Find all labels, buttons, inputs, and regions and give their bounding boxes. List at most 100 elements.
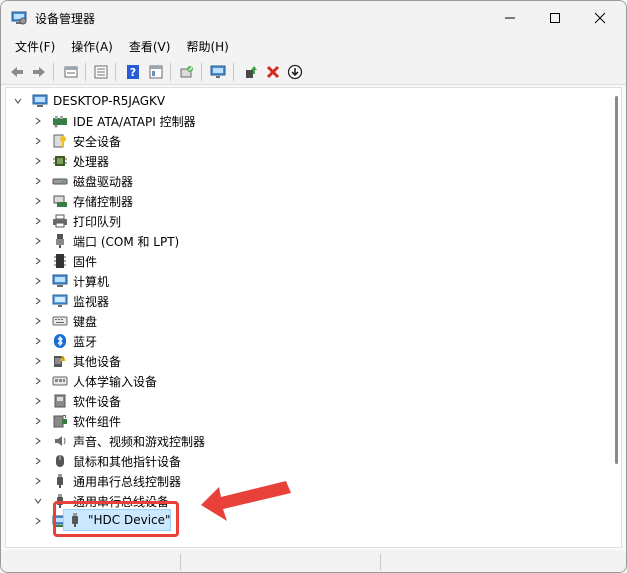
tree-root[interactable]: DESKTOP-R5JAGKV [12,91,165,111]
update-driver-icon [246,66,257,78]
forward-icon [33,67,45,77]
annotation-box [53,501,179,537]
tree-item[interactable]: 软件组件 [32,411,121,431]
status-segment [1,554,181,570]
details-view-icon [149,65,163,79]
port-icon [52,233,68,249]
chevron-right-icon[interactable] [32,195,44,207]
keyboard-icon [52,313,68,329]
firmware-icon [52,253,68,269]
list-view-icon [94,65,108,79]
chevron-right-icon[interactable] [32,295,44,307]
vertical-scrollbar[interactable] [615,96,618,464]
tree-item-label: 蓝牙 [73,334,98,349]
minimize-icon [505,17,515,19]
sound-icon [52,433,68,449]
chevron-right-icon[interactable] [32,455,44,467]
tree-item[interactable]: 通用串行总线控制器 [32,471,181,491]
tree-item[interactable]: ! 其他设备 [32,351,121,371]
tree-item[interactable]: 鼠标和其他指针设备 [32,451,181,471]
storage-controller-icon [52,193,68,209]
chevron-down-icon[interactable] [12,95,24,107]
monitor-button[interactable] [208,62,228,82]
tree-item[interactable]: 磁盘驱动器 [32,171,133,191]
chevron-right-icon[interactable] [32,215,44,227]
title-bar[interactable]: 设备管理器 [1,1,626,35]
bluetooth-icon [52,333,68,349]
tree-item[interactable]: 存储控制器 [32,191,133,211]
tree-item[interactable]: 打印队列 [32,211,121,231]
chevron-right-icon[interactable] [32,515,44,527]
tree-item[interactable]: 固件 [32,251,97,271]
toolbar-separator [53,63,54,81]
tree-item-label: 键盘 [73,314,98,329]
scan-hardware-button[interactable] [177,62,197,82]
properties-button[interactable] [61,62,81,82]
tree-item-label: 存储控制器 [73,194,134,209]
toolbar-separator [170,63,171,81]
tree-item[interactable]: 安全设备 [32,131,121,151]
back-icon [11,67,23,77]
chevron-right-icon[interactable] [32,335,44,347]
tree-item[interactable]: 蓝牙 [32,331,97,351]
tree-item[interactable]: 计算机 [32,271,109,291]
svg-text:!: ! [62,357,64,363]
tree-item[interactable]: 声音、视频和游戏控制器 [32,431,205,451]
close-button[interactable] [577,1,623,35]
tree-item[interactable]: 人体学输入设备 [32,371,157,391]
chevron-right-icon[interactable] [32,255,44,267]
tree-item[interactable]: IDE ATA/ATAPI 控制器 [32,111,196,131]
tree-item-label: IDE ATA/ATAPI 控制器 [73,114,196,129]
software-device-icon [52,393,68,409]
chevron-right-icon[interactable] [32,355,44,367]
disk-drive-icon [52,173,68,189]
tree-item-label: 计算机 [73,274,110,289]
root-label: DESKTOP-R5JAGKV [53,94,166,108]
disable-button[interactable] [285,62,305,82]
device-manager-app-icon [11,11,27,25]
chevron-right-icon[interactable] [32,415,44,427]
chevron-right-icon[interactable] [32,375,44,387]
chevron-right-icon[interactable] [32,175,44,187]
list-view-button[interactable] [91,62,111,82]
forward-button[interactable] [29,62,49,82]
software-component-icon [52,413,68,429]
chevron-right-icon[interactable] [32,395,44,407]
monitor-icon [210,65,226,78]
menu-help[interactable]: 帮助(H) [178,35,236,59]
chevron-right-icon[interactable] [32,115,44,127]
chevron-right-icon[interactable] [32,435,44,447]
device-tree[interactable]: DESKTOP-R5JAGKV IDE ATA/ATAPI 控制器安全设备处理器磁… [5,87,622,548]
minimize-button[interactable] [487,1,533,35]
chevron-right-icon[interactable] [32,135,44,147]
update-driver-button[interactable] [241,62,261,82]
window-title: 设备管理器 [35,12,96,26]
menu-view[interactable]: 查看(V) [121,35,179,59]
tree-item-label: 处理器 [73,154,110,169]
chevron-right-icon[interactable] [32,235,44,247]
tree-item[interactable]: 监视器 [32,291,109,311]
toolbar-separator [201,63,202,81]
close-icon [594,12,606,24]
toolbar-separator [115,63,116,81]
uninstall-button[interactable] [263,62,283,82]
back-button[interactable] [7,62,27,82]
maximize-button[interactable] [532,1,578,35]
chevron-down-icon[interactable] [32,495,44,507]
chevron-right-icon[interactable] [32,275,44,287]
chevron-right-icon[interactable] [32,315,44,327]
details-view-button[interactable] [146,62,166,82]
tree-item[interactable]: 处理器 [32,151,109,171]
chevron-right-icon[interactable] [32,155,44,167]
annotation-arrow [201,481,291,521]
tree-item[interactable]: 软件设备 [32,391,121,411]
tree-item-label: 软件组件 [73,414,122,429]
help-button[interactable]: ? [123,62,143,82]
tree-item-label: 固件 [73,254,98,269]
menu-file[interactable]: 文件(F) [7,35,63,59]
tree-item[interactable]: 端口 (COM 和 LPT) [32,231,179,251]
tree-item[interactable]: 键盘 [32,311,97,331]
menu-action[interactable]: 操作(A) [63,35,121,59]
chevron-right-icon[interactable] [32,475,44,487]
tree-item-label: 端口 (COM 和 LPT) [73,234,180,249]
